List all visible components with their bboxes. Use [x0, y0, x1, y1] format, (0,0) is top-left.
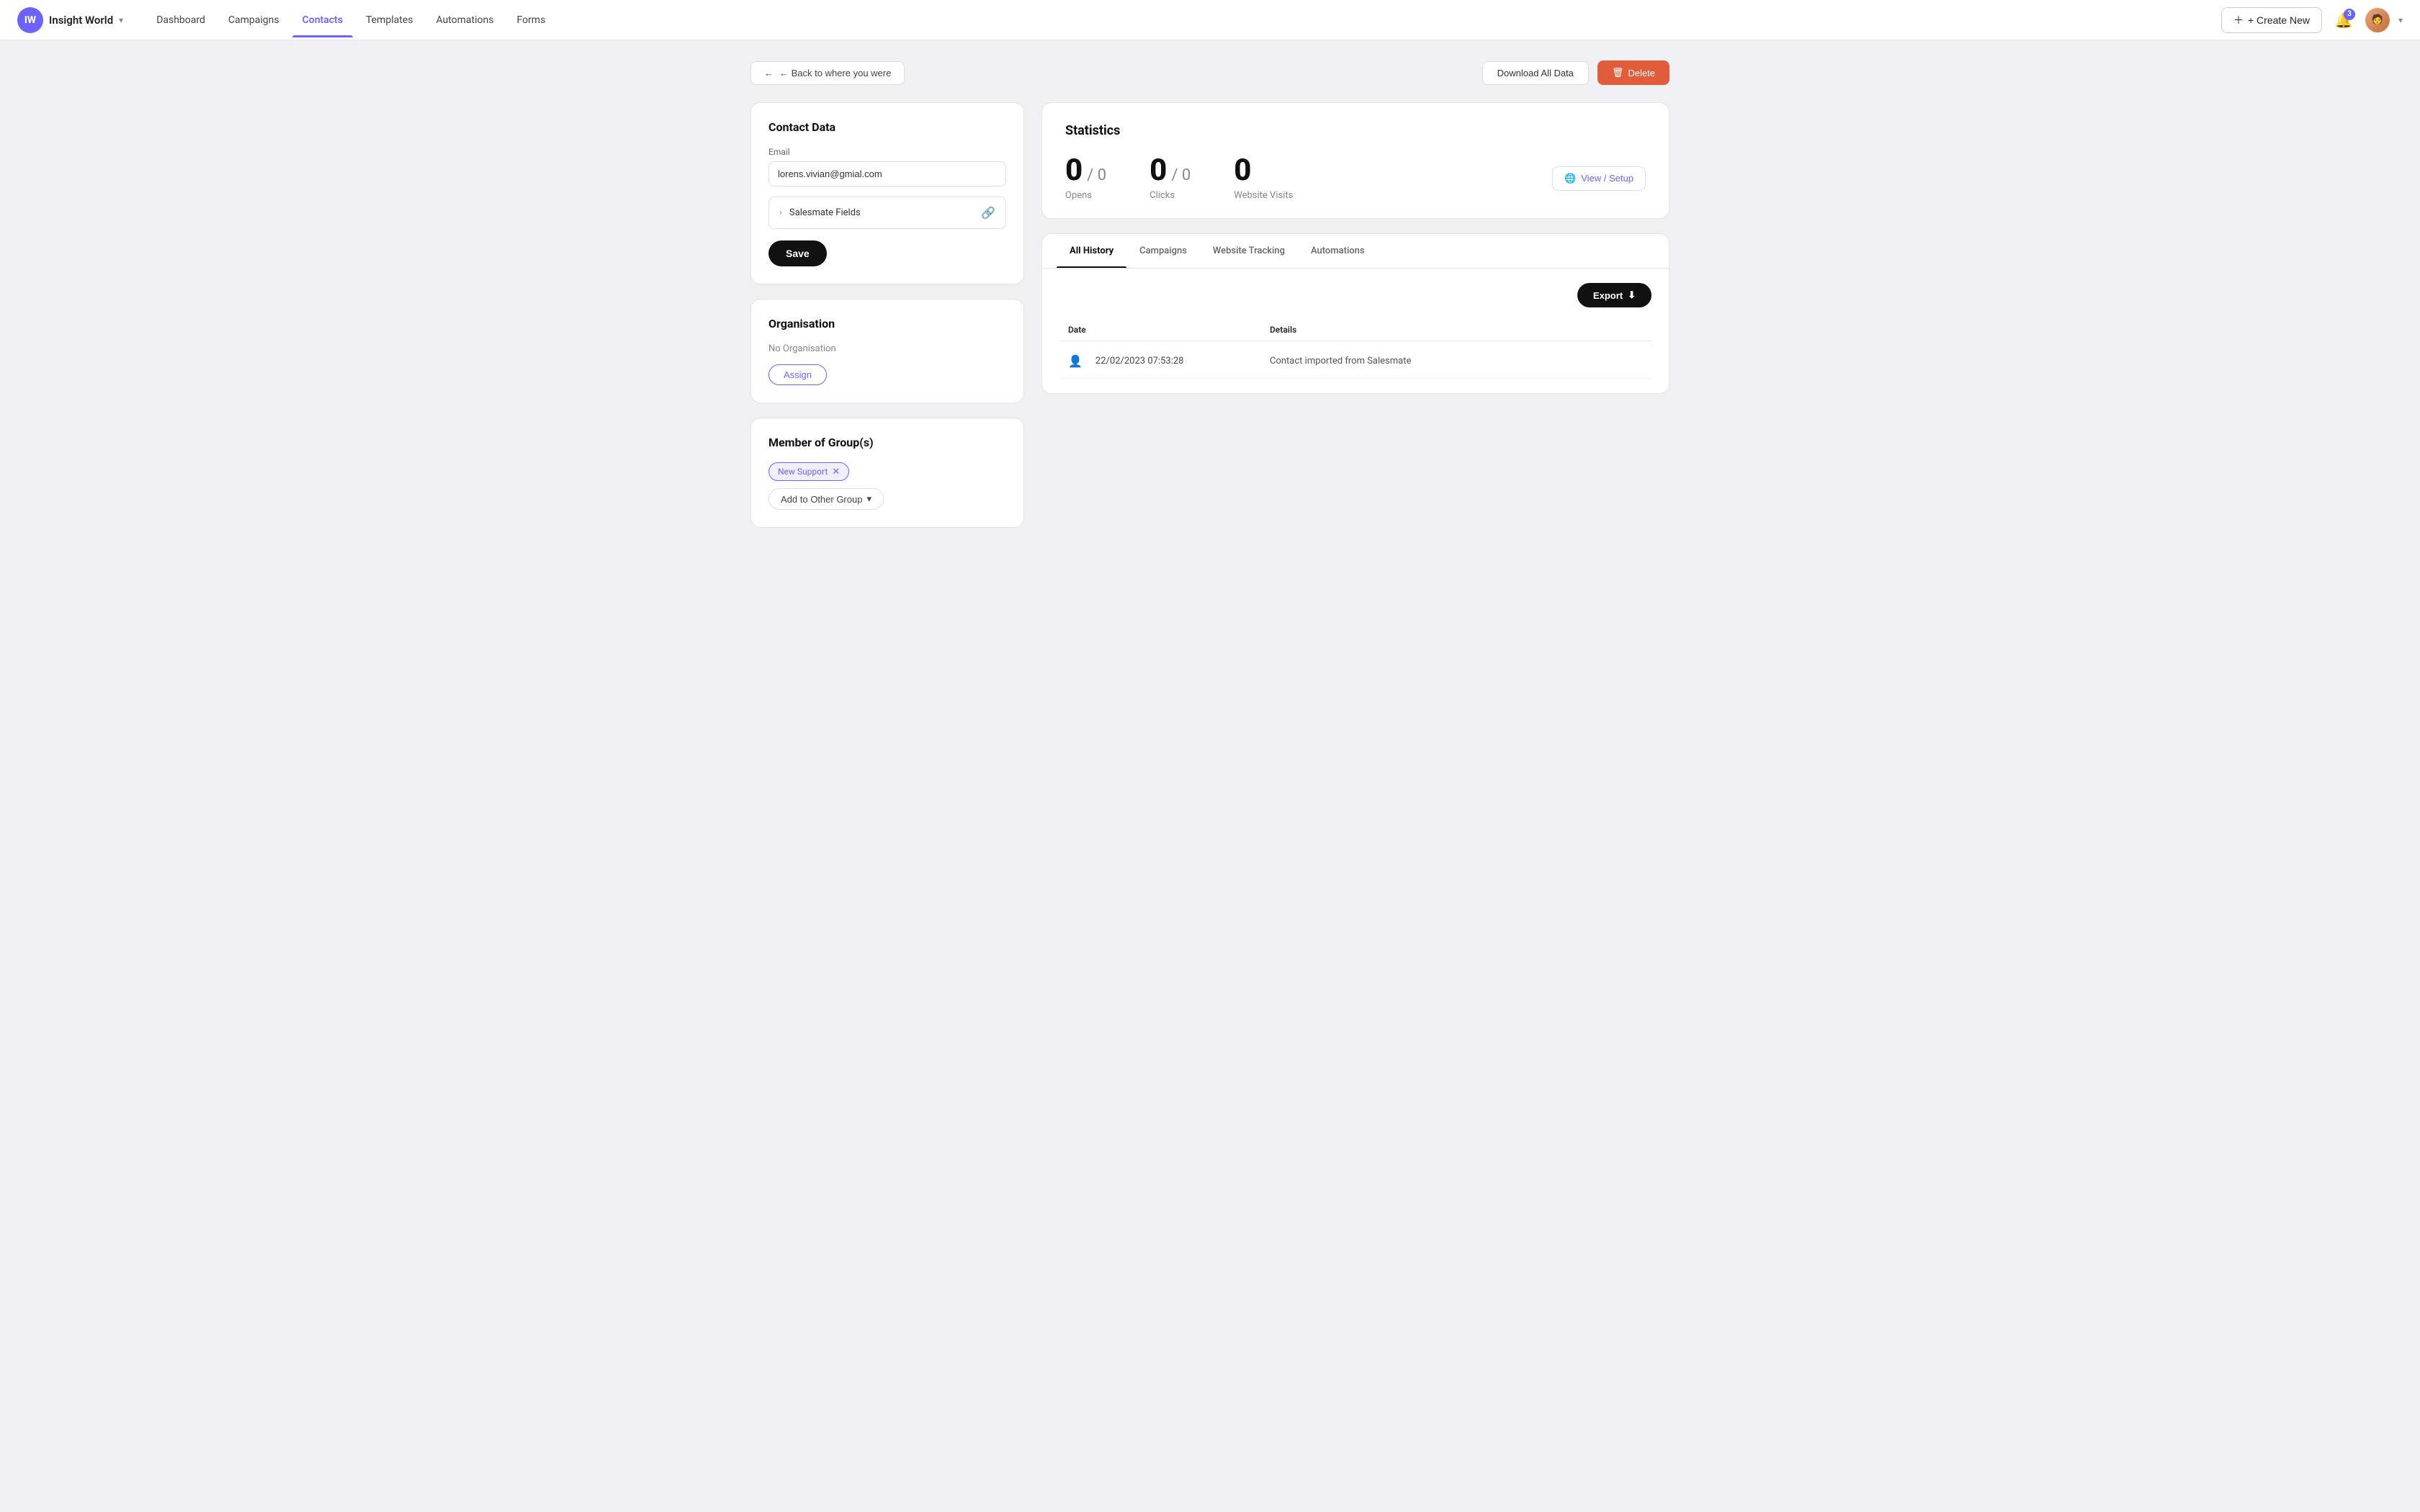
stat-clicks-value: 0 [1150, 156, 1167, 186]
history-content: Export ⬇ Date Details 👤 22/02/2023 07:53… [1042, 269, 1669, 393]
stat-opens-slash: / 0 [1087, 166, 1106, 184]
globe-icon: 🌐 [1564, 173, 1576, 184]
download-button[interactable]: Download All Data [1482, 61, 1589, 85]
user-menu-chevron-icon[interactable]: ▾ [2398, 15, 2403, 25]
create-new-label: + Create New [2248, 14, 2310, 26]
email-label: Email [768, 147, 1006, 157]
brand-chevron-icon: ▾ [119, 15, 123, 25]
left-column: Contact Data Email › Salesmate Fields 🔗 … [750, 102, 1024, 528]
nav-link-forms[interactable]: Forms [506, 3, 555, 37]
group-tag-new-support: New Support ✕ [768, 462, 849, 481]
arrow-left-icon: ← [764, 68, 774, 78]
stat-opens-row: 0 / 0 [1065, 156, 1106, 186]
notifications-button[interactable]: 🔔 3 [2331, 7, 2357, 33]
link-icon: 🔗 [981, 206, 995, 220]
person-import-icon: 👤 [1068, 354, 1083, 368]
member-groups-card: Member of Group(s) New Support ✕ Add to … [750, 418, 1024, 528]
column-details: Details [1270, 325, 1643, 335]
topbar-right: Download All Data 🗑 Delete [1482, 60, 1670, 85]
tab-campaigns[interactable]: Campaigns [1126, 234, 1200, 268]
stat-clicks-row: 0 / 0 [1150, 156, 1191, 186]
table-header: Date Details [1059, 319, 1652, 341]
stat-clicks-slash: / 0 [1171, 166, 1191, 184]
back-label: ← Back to where you were [779, 68, 891, 78]
stat-opens-label: Opens [1065, 190, 1106, 201]
history-card: All History Campaigns Website Tracking A… [1041, 233, 1670, 394]
stat-opens-value: 0 [1065, 156, 1083, 186]
tabs-bar: All History Campaigns Website Tracking A… [1042, 234, 1669, 269]
contact-data-card: Contact Data Email › Salesmate Fields 🔗 … [750, 102, 1024, 284]
salesmate-fields-left: › Salesmate Fields [779, 207, 861, 218]
right-column: Statistics 0 / 0 Opens 0 / 0 [1041, 102, 1670, 394]
nav-link-templates[interactable]: Templates [356, 3, 424, 37]
nav-link-automations[interactable]: Automations [426, 3, 503, 37]
stat-website-visits-label: Website Visits [1234, 190, 1293, 201]
nav-link-contacts[interactable]: Contacts [292, 3, 353, 37]
save-button[interactable]: Save [768, 240, 827, 266]
tab-website-tracking[interactable]: Website Tracking [1200, 234, 1298, 268]
trash-icon: 🗑 [1612, 67, 1624, 78]
group-tag-label: New Support [778, 467, 828, 477]
stat-website-visits-value: 0 [1234, 156, 1251, 186]
salesmate-fields-row[interactable]: › Salesmate Fields 🔗 [768, 197, 1006, 229]
plus-icon: ＋ [2233, 13, 2244, 27]
statistics-title: Statistics [1065, 123, 1646, 138]
stat-clicks-label: Clicks [1150, 190, 1191, 201]
notification-count: 3 [2344, 9, 2355, 20]
delete-button[interactable]: 🗑 Delete [1597, 60, 1670, 85]
stat-website-visits: 0 Website Visits [1234, 156, 1293, 201]
view-setup-label: View / Setup [1581, 173, 1634, 184]
detail-value: Contact imported from Salesmate [1270, 356, 1643, 366]
download-icon: ⬇ [1628, 289, 1636, 301]
stat-website-visits-row: 0 [1234, 156, 1293, 186]
tab-all-history[interactable]: All History [1057, 234, 1126, 268]
organisation-title: Organisation [768, 317, 1006, 330]
date-value: 22/02/2023 07:53:28 [1095, 356, 1184, 366]
page-topbar: ← ← Back to where you were Download All … [750, 60, 1670, 85]
view-setup-button[interactable]: 🌐 View / Setup [1552, 166, 1646, 191]
column-date: Date [1068, 325, 1270, 335]
brand-avatar: IW [17, 7, 43, 33]
page: ← ← Back to where you were Download All … [727, 40, 1693, 548]
group-tags: New Support ✕ [768, 462, 1006, 481]
stat-opens: 0 / 0 Opens [1065, 156, 1106, 201]
nav-link-dashboard[interactable]: Dashboard [146, 3, 215, 37]
content-grid: Contact Data Email › Salesmate Fields 🔗 … [750, 102, 1670, 528]
organisation-card: Organisation No Organisation Assign [750, 299, 1024, 403]
export-row: Export ⬇ [1059, 283, 1652, 307]
email-field[interactable] [768, 161, 1006, 186]
add-to-other-group-button[interactable]: Add to Other Group ▾ [768, 488, 884, 510]
add-group-chevron-icon: ▾ [866, 493, 871, 505]
user-avatar[interactable]: 🧑 [2365, 8, 2390, 32]
nav-links: Dashboard Campaigns Contacts Templates A… [146, 3, 2221, 37]
assign-button[interactable]: Assign [768, 364, 827, 385]
group-tag-remove-icon[interactable]: ✕ [832, 467, 840, 477]
statistics-card: Statistics 0 / 0 Opens 0 / 0 [1041, 102, 1670, 219]
navbar: IW Insight World ▾ Dashboard Campaigns C… [0, 0, 2420, 40]
stat-clicks: 0 / 0 Clicks [1150, 156, 1191, 201]
salesmate-fields-label: Salesmate Fields [789, 207, 861, 218]
stats-grid: 0 / 0 Opens 0 / 0 Clicks [1065, 156, 1646, 201]
nav-right: ＋ + Create New 🔔 3 🧑 ▾ [2221, 7, 2403, 33]
table-row: 👤 22/02/2023 07:53:28 Contact imported f… [1059, 344, 1652, 379]
expand-icon: › [779, 207, 782, 218]
create-new-button[interactable]: ＋ + Create New [2221, 7, 2322, 33]
brand-name: Insight World [49, 14, 113, 27]
nav-link-campaigns[interactable]: Campaigns [218, 3, 290, 37]
back-button[interactable]: ← ← Back to where you were [750, 61, 905, 85]
user-avatar-icon: 🧑 [2372, 14, 2383, 25]
delete-label: Delete [1628, 68, 1655, 78]
add-group-label: Add to Other Group [781, 494, 862, 505]
export-label: Export [1593, 290, 1623, 301]
export-button[interactable]: Export ⬇ [1577, 283, 1652, 307]
tab-automations[interactable]: Automations [1298, 234, 1378, 268]
date-cell: 👤 22/02/2023 07:53:28 [1068, 354, 1270, 368]
brand[interactable]: IW Insight World ▾ [17, 7, 123, 33]
no-organisation-label: No Organisation [768, 343, 1006, 354]
contact-data-title: Contact Data [768, 120, 1006, 134]
member-groups-title: Member of Group(s) [768, 436, 1006, 449]
